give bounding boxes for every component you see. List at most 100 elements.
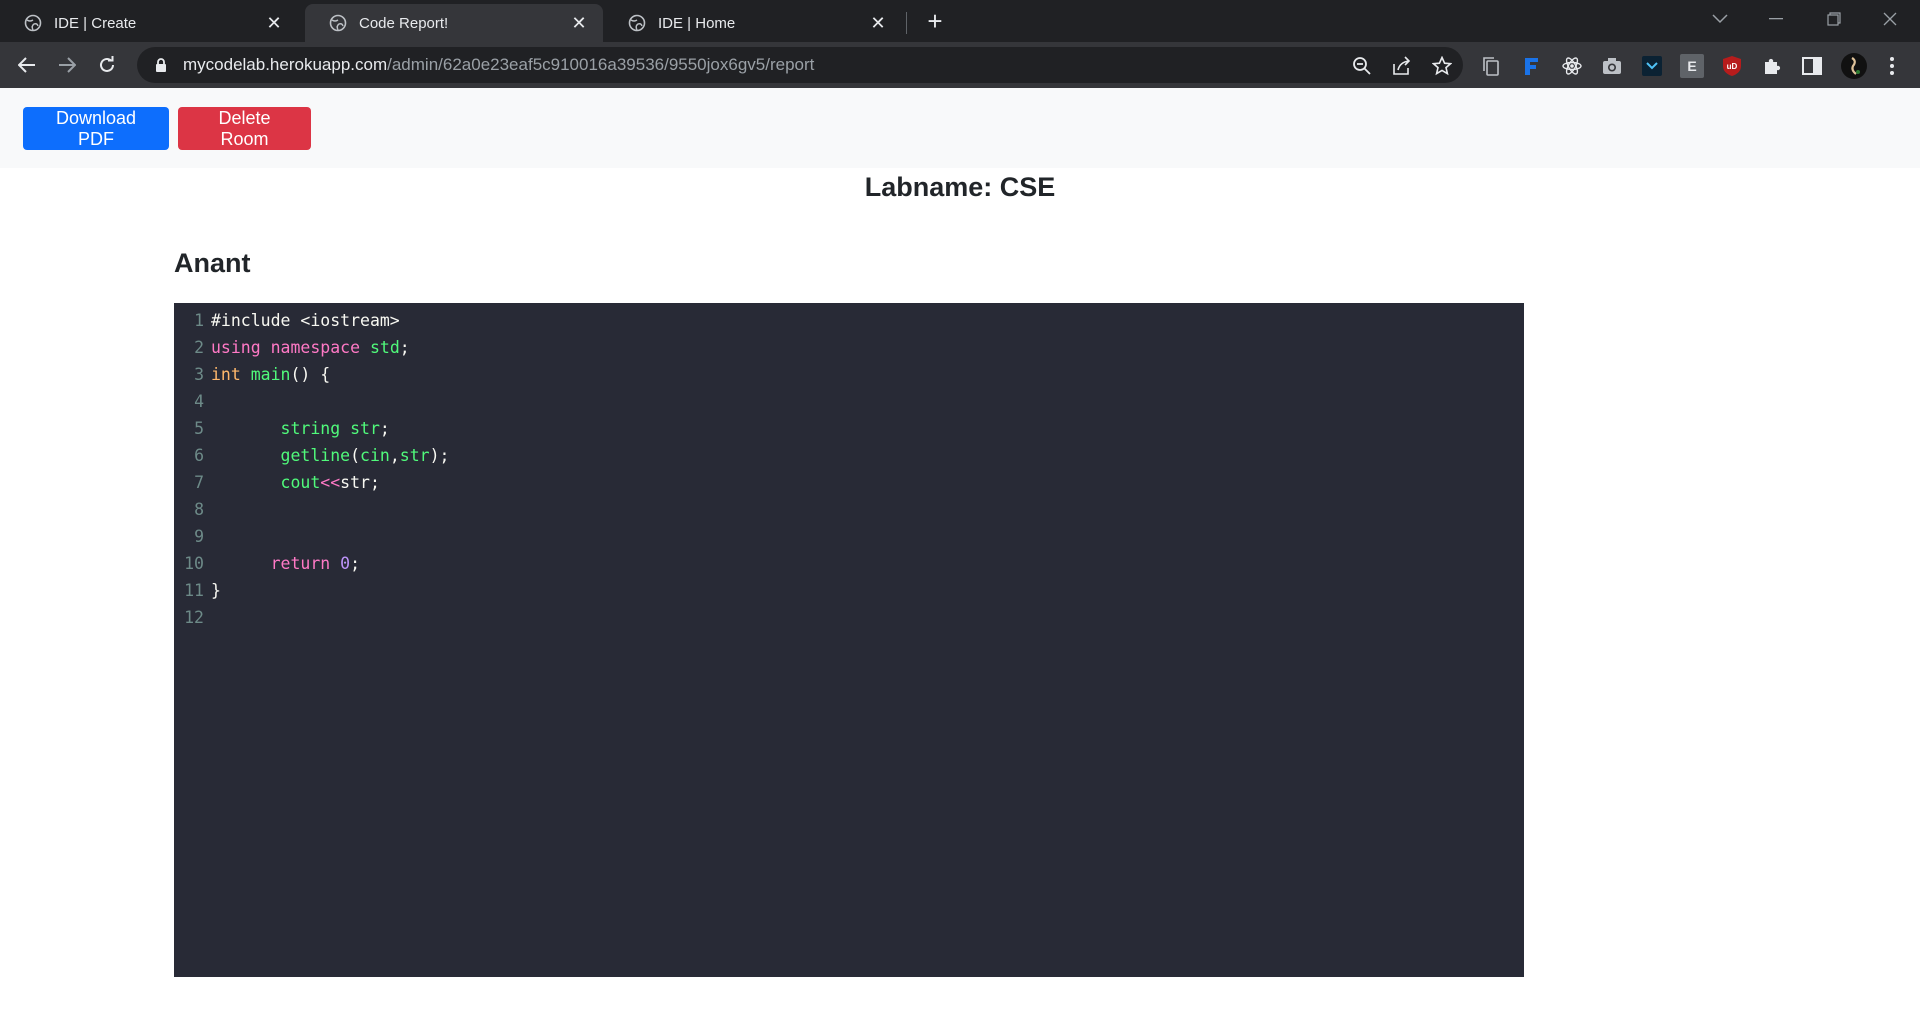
profile-button[interactable]: [1840, 52, 1868, 80]
close-icon[interactable]: ✕: [868, 13, 888, 33]
avatar: [1841, 53, 1867, 79]
minimize-button[interactable]: [1756, 4, 1796, 34]
zoom-out-icon: [1353, 57, 1371, 75]
line-number: 4: [194, 392, 204, 411]
tab-search-button[interactable]: [1700, 4, 1740, 34]
vscode-icon: [1642, 56, 1662, 76]
more-vert-icon: [1890, 57, 1894, 75]
copy-icon: [1483, 57, 1499, 76]
bookmark-button[interactable]: [1431, 55, 1453, 77]
arrow-right-icon: [59, 57, 76, 73]
globe-icon: [329, 14, 347, 32]
extensions-button[interactable]: [1760, 54, 1784, 78]
delete-room-button[interactable]: Delete Room: [178, 107, 311, 150]
page-title: Labname: CSE: [864, 172, 1056, 202]
code-line: 5 string str;: [174, 415, 1524, 442]
tab-title: IDE | Create: [54, 14, 137, 32]
restore-icon: [1827, 12, 1841, 26]
ublock-icon: uD: [1723, 56, 1741, 76]
ublock-label: uD: [1727, 62, 1738, 71]
code-line: 7 cout<<str;: [174, 469, 1524, 496]
line-text: }: [211, 581, 221, 600]
lock-icon: [156, 58, 166, 72]
ublock-extension[interactable]: uD: [1720, 54, 1744, 78]
close-window-button[interactable]: [1870, 4, 1910, 34]
e-extension-label: E: [1687, 58, 1697, 74]
side-panel-button[interactable]: [1800, 54, 1824, 78]
vscode-extension[interactable]: [1640, 54, 1664, 78]
code-line: 6 getline(cin,str);: [174, 442, 1524, 469]
line-number: 1: [194, 311, 204, 330]
react-devtools-extension[interactable]: [1560, 54, 1584, 78]
line-text: #include <iostream>: [211, 311, 400, 330]
address-bar[interactable]: mycodelab.herokuapp.com/admin/62a0e23eaf…: [137, 47, 1463, 83]
line-text: getline(cin,str);: [211, 446, 450, 465]
globe-icon: [628, 14, 646, 32]
forward-button[interactable]: [52, 50, 82, 80]
code-line: 1 #include <iostream>: [174, 307, 1524, 334]
line-number: 6: [194, 446, 204, 465]
code-line: 4: [174, 388, 1524, 415]
feedly-icon: [1525, 58, 1538, 75]
puzzle-icon: [1765, 58, 1781, 74]
line-number: 8: [194, 500, 204, 519]
line-number: 12: [184, 608, 204, 627]
action-bar: Download PDF Delete Room: [0, 88, 1920, 168]
code-line: 10 return 0;: [174, 550, 1524, 577]
arrow-left-icon: [18, 57, 35, 73]
code-line: 12: [174, 604, 1524, 631]
line-text: int main() {: [211, 365, 331, 384]
line-number: 10: [184, 554, 204, 573]
back-button[interactable]: [12, 50, 42, 80]
line-number: 5: [194, 419, 204, 438]
code-line: 9: [174, 523, 1524, 550]
tab-separator: [906, 12, 907, 34]
e-extension[interactable]: E: [1680, 54, 1704, 78]
tab-title: IDE | Home: [658, 14, 736, 32]
code-line: 2 using namespace std;: [174, 334, 1524, 361]
copy-extension[interactable]: [1479, 54, 1503, 78]
camera-icon: [1603, 58, 1621, 74]
new-tab-button[interactable]: +: [922, 8, 948, 35]
line-text: string str;: [211, 419, 390, 438]
url-text: mycodelab.herokuapp.com/admin/62a0e23eaf…: [183, 55, 814, 75]
share-button[interactable]: [1391, 55, 1413, 77]
line-text: return 0;: [211, 554, 361, 573]
screenshot-extension[interactable]: [1600, 54, 1624, 78]
minimize-icon: [1769, 18, 1783, 20]
line-text: cout<<str;: [211, 473, 380, 492]
tab-title: Code Report!: [359, 14, 449, 32]
star-icon: [1432, 56, 1452, 76]
chevron-down-icon: [1712, 14, 1728, 24]
tab-ide-create[interactable]: IDE | Create ✕: [0, 4, 298, 42]
download-pdf-button[interactable]: Download PDF: [23, 107, 169, 150]
code-viewer[interactable]: 1 #include <iostream> 2 using namespace …: [174, 303, 1524, 977]
restore-button[interactable]: [1814, 4, 1854, 34]
reload-button[interactable]: [92, 50, 122, 80]
tab-code-report[interactable]: Code Report! ✕: [305, 4, 603, 42]
zoom-button[interactable]: [1351, 55, 1373, 77]
code-line: 3 int main() {: [174, 361, 1524, 388]
browser-tabstrip: IDE | Create ✕ Code Report! ✕ IDE | Home…: [0, 0, 1920, 42]
line-number: 9: [194, 527, 204, 546]
close-icon: [1883, 12, 1897, 26]
line-number: 7: [194, 473, 204, 492]
close-icon[interactable]: ✕: [569, 13, 589, 33]
close-icon[interactable]: ✕: [264, 13, 284, 33]
tab-ide-home[interactable]: IDE | Home ✕: [604, 4, 902, 42]
code-line: 11 }: [174, 577, 1524, 604]
url-path: /admin/62a0e23eaf5c910016a39536/9550jox6…: [387, 55, 815, 74]
browser-toolbar: mycodelab.herokuapp.com/admin/62a0e23eaf…: [0, 42, 1920, 88]
url-host: mycodelab.herokuapp.com: [183, 55, 388, 74]
chrome-menu-button[interactable]: [1880, 54, 1904, 78]
feedly-extension[interactable]: [1519, 54, 1543, 78]
line-text: using namespace std;: [211, 338, 410, 357]
line-number: 11: [184, 581, 204, 600]
line-number: 3: [194, 365, 204, 384]
student-name: Anant: [174, 248, 251, 278]
globe-icon: [24, 14, 42, 32]
line-number: 2: [194, 338, 204, 357]
sidebar-icon: [1802, 57, 1822, 75]
share-icon: [1393, 56, 1411, 75]
react-devtools-icon: [1562, 57, 1582, 75]
